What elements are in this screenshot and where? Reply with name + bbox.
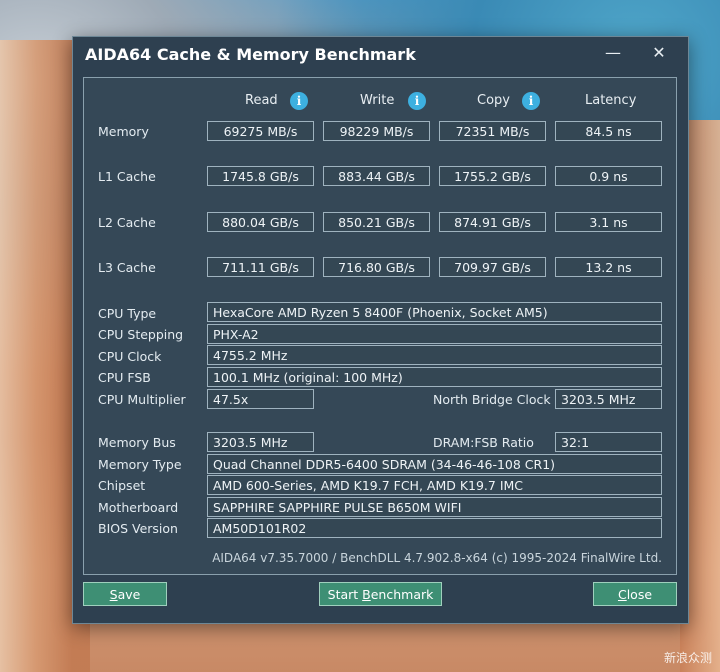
row-label-l2: L2 Cache [98,215,156,230]
version-footer: AIDA64 v7.35.7000 / BenchDLL 4.7.902.8-x… [212,551,662,565]
memory-bus-label: Memory Bus [98,435,176,450]
l2-copy-value: 874.91 GB/s [439,212,546,232]
cpu-stepping-label: CPU Stepping [98,327,184,342]
save-label: ave [117,587,141,602]
cpu-multiplier-label: CPU Multiplier [98,392,186,407]
cpu-type-label: CPU Type [98,306,157,321]
row-label-memory: Memory [98,124,149,139]
close-icon[interactable]: ✕ [647,41,671,65]
cpu-type-value: HexaCore AMD Ryzen 5 8400F (Phoenix, Soc… [207,302,662,322]
memory-copy-value: 72351 MB/s [439,121,546,141]
cpu-fsb-label: CPU FSB [98,370,151,385]
start-benchmark-button[interactable]: Start Benchmark [319,582,442,606]
l1-latency-value: 0.9 ns [555,166,662,186]
nb-clock-label: North Bridge Clock [433,392,551,407]
read-info-icon[interactable]: i [290,92,308,110]
chipset-label: Chipset [98,478,146,493]
save-mnemonic: S [109,587,118,602]
benchmark-window: AIDA64 Cache & Memory Benchmark — ✕ Read… [72,36,689,624]
motherboard-value: SAPPHIRE SAPPHIRE PULSE B650M WIFI [207,497,662,517]
start-label-pre: Start [327,587,363,602]
l3-copy-value: 709.97 GB/s [439,257,546,277]
memory-latency-value: 84.5 ns [555,121,662,141]
copy-info-icon[interactable]: i [522,92,540,110]
title-bar[interactable]: AIDA64 Cache & Memory Benchmark — ✕ [73,37,688,71]
cpu-fsb-value: 100.1 MHz (original: 100 MHz) [207,367,662,387]
header-write: Write [360,93,395,108]
header-read: Read [245,93,278,108]
l2-latency-value: 3.1 ns [555,212,662,232]
l2-read-value: 880.04 GB/s [207,212,314,232]
close-mnemonic: C [617,587,627,602]
row-label-l1: L1 Cache [98,169,156,184]
watermark-text: 新浪众测 [663,651,712,665]
l3-read-value: 711.11 GB/s [207,257,314,277]
memory-write-value: 98229 MB/s [323,121,430,141]
l2-write-value: 850.21 GB/s [323,212,430,232]
dram-fsb-ratio-label: DRAM:FSB Ratio [433,435,534,450]
l1-write-value: 883.44 GB/s [323,166,430,186]
cpu-clock-value: 4755.2 MHz [207,345,662,365]
l1-copy-value: 1755.2 GB/s [439,166,546,186]
memory-bus-value: 3203.5 MHz [207,432,314,452]
memory-type-label: Memory Type [98,457,182,472]
memory-read-value: 69275 MB/s [207,121,314,141]
cpu-clock-label: CPU Clock [98,349,162,364]
chipset-value: AMD 600-Series, AMD K19.7 FCH, AMD K19.7… [207,475,662,495]
window-title: AIDA64 Cache & Memory Benchmark [85,45,416,64]
bios-version-value: AM50D101R02 [207,518,662,538]
close-button[interactable]: Close [593,582,677,606]
cpu-stepping-value: PHX-A2 [207,324,662,344]
l1-read-value: 1745.8 GB/s [207,166,314,186]
header-latency: Latency [585,93,637,108]
write-info-icon[interactable]: i [408,92,426,110]
cpu-multiplier-value: 47.5x [207,389,314,409]
minimize-button[interactable]: — [601,41,625,65]
save-button[interactable]: Save [83,582,167,606]
start-mnemonic: B [362,587,371,602]
bios-version-label: BIOS Version [98,521,178,536]
l3-latency-value: 13.2 ns [555,257,662,277]
header-copy: Copy [477,93,510,108]
nb-clock-value: 3203.5 MHz [555,389,662,409]
row-label-l3: L3 Cache [98,260,156,275]
start-label-rest: enchmark [370,587,434,602]
memory-type-value: Quad Channel DDR5-6400 SDRAM (34-46-46-1… [207,454,662,474]
dram-fsb-ratio-value: 32:1 [555,432,662,452]
l3-write-value: 716.80 GB/s [323,257,430,277]
close-label: lose [626,587,653,602]
motherboard-label: Motherboard [98,500,179,515]
